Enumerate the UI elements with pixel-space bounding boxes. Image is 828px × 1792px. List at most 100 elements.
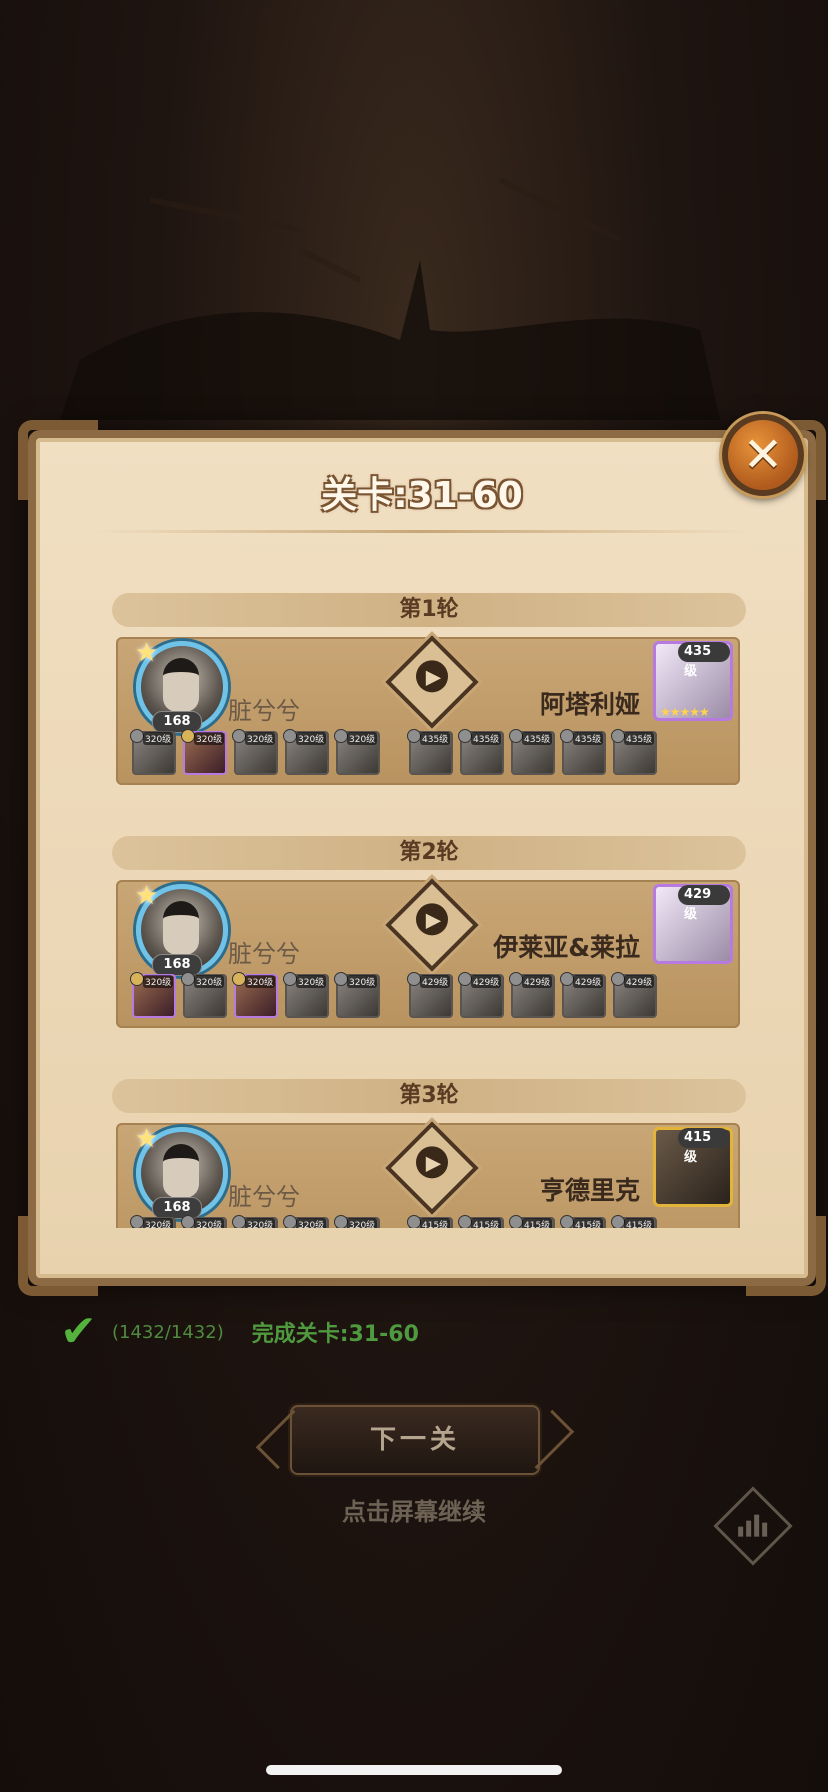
faction-icon [130, 972, 144, 986]
player-team: 320级 320级 320级 320级 320级 [130, 1215, 380, 1228]
enemy-hero-slot[interactable]: 435级 [458, 729, 504, 775]
hero-level: 320级 [194, 975, 225, 988]
home-indicator[interactable] [266, 1765, 562, 1775]
hero-level: 415级 [573, 1218, 604, 1228]
star-icon: ★ [135, 881, 159, 911]
faction-icon [407, 972, 421, 986]
play-icon: ▶ [425, 1150, 442, 1175]
hero-level: 320级 [143, 975, 174, 988]
next-stage-button[interactable]: 下一关 [255, 1405, 575, 1475]
enemy-hero-slot[interactable]: 415级 [611, 1215, 657, 1228]
team-hero-slot[interactable]: 320级 [181, 972, 227, 1018]
title-divider [96, 530, 748, 533]
faction-icon [334, 972, 348, 986]
team-hero-slot[interactable]: 320级 [334, 1215, 380, 1228]
team-hero-slot[interactable]: 320级 [283, 729, 329, 775]
faction-icon [560, 729, 574, 743]
enemy-team: 429级 429级 429级 429级 429级 [407, 972, 657, 1018]
close-icon: ✕ [742, 427, 784, 483]
enemy-team: 415级 415级 415级 415级 415级 [407, 1215, 657, 1228]
enemy-hero-slot[interactable]: 435级 [611, 729, 657, 775]
faction-icon [407, 729, 421, 743]
faction-icon [283, 729, 297, 743]
faction-icon [611, 729, 625, 743]
faction-icon [458, 729, 472, 743]
rounds-list[interactable]: 第1轮 ★ 168 脏兮兮 ▶ 435级 ★★★★★ 阿塔利娅 320级 320级 320级 320级… [106, 593, 756, 1228]
hero-level: 435级 [624, 732, 655, 745]
enemy-hero-slot[interactable]: 435级 [560, 729, 606, 775]
button-ornament [255, 1409, 316, 1470]
hero-level: 320级 [245, 975, 276, 988]
tap-to-continue[interactable]: 点击屏幕继续 [0, 1492, 828, 1527]
complete-text: 完成关卡:31-60 [251, 1322, 419, 1347]
player-name: 脏兮兮 [228, 697, 300, 725]
hero-level: 435级 [573, 732, 604, 745]
faction-icon [232, 729, 246, 743]
team-hero-slot[interactable]: 320级 [232, 729, 278, 775]
enemy-hero-slot[interactable]: 415级 [407, 1215, 453, 1228]
background-silhouette [60, 177, 720, 420]
team-hero-slot[interactable]: 320级 [283, 1215, 329, 1228]
team-hero-slot[interactable]: 320级 [181, 729, 227, 775]
enemy-hero-slot[interactable]: 435级 [509, 729, 555, 775]
enemy-stars: ★★★★★ [660, 705, 710, 719]
enemy-hero-slot[interactable]: 429级 [509, 972, 555, 1018]
round-header: 第1轮 [112, 593, 746, 627]
hero-level: 415级 [471, 1218, 502, 1228]
team-hero-slot[interactable]: 320级 [232, 1215, 278, 1228]
faction-icon [283, 972, 297, 986]
hero-level: 435级 [471, 732, 502, 745]
team-hero-slot[interactable]: 320级 [334, 972, 380, 1018]
enemy-hero-slot[interactable]: 415级 [560, 1215, 606, 1228]
enemy-hero-slot[interactable]: 429级 [611, 972, 657, 1018]
team-hero-slot[interactable]: 320级 [130, 729, 176, 775]
star-icon: ★ [135, 638, 159, 668]
enemy-hero-slot[interactable]: 415级 [458, 1215, 504, 1228]
team-hero-slot[interactable]: 320级 [334, 729, 380, 775]
enemy-hero-slot[interactable]: 415级 [509, 1215, 555, 1228]
enemy-avatar[interactable]: 415级 [653, 1127, 733, 1207]
hero-level: 320级 [296, 975, 327, 988]
faction-icon [509, 972, 523, 986]
next-stage-label: 下一关 [369, 1425, 460, 1455]
hero-level: 320级 [143, 1218, 174, 1228]
hero-level: 429级 [522, 975, 553, 988]
enemy-name: 亨德里克 [539, 1176, 640, 1205]
hero-level: 415级 [624, 1218, 655, 1228]
panel-corner-ornament [746, 1216, 826, 1296]
hero-level: 320级 [347, 1218, 378, 1228]
enemy-hero-slot[interactable]: 429级 [560, 972, 606, 1018]
enemy-hero-slot[interactable]: 429级 [458, 972, 504, 1018]
hero-level: 320级 [347, 975, 378, 988]
hero-level: 320级 [245, 1218, 276, 1228]
team-hero-slot[interactable]: 320级 [130, 1215, 176, 1228]
team-hero-slot[interactable]: 320级 [232, 972, 278, 1018]
team-hero-slot[interactable]: 320级 [130, 972, 176, 1018]
faction-icon [611, 1215, 625, 1228]
enemy-avatar[interactable]: 429级 [653, 884, 733, 964]
replay-button[interactable]: ▶ [385, 1121, 479, 1215]
star-icon: ★ [135, 1124, 159, 1154]
enemy-hero-slot[interactable]: 435级 [407, 729, 453, 775]
replay-button[interactable]: ▶ [385, 878, 479, 972]
completion-status: ✔ (1432/1432) 完成关卡:31-60 [60, 1310, 419, 1354]
hero-level: 429级 [573, 975, 604, 988]
enemy-hero-slot[interactable]: 429级 [407, 972, 453, 1018]
player-level-badge: 168 [152, 711, 202, 733]
player-team: 320级 320级 320级 320级 320级 [130, 729, 380, 775]
close-button[interactable]: ✕ [722, 414, 804, 496]
player-portrait [163, 658, 199, 712]
faction-icon [560, 972, 574, 986]
enemy-level-badge: 415级 [678, 1128, 730, 1165]
player-portrait [163, 1144, 199, 1198]
replay-button[interactable]: ▶ [385, 635, 479, 729]
faction-icon [130, 1215, 144, 1228]
enemy-avatar[interactable]: 435级 ★★★★★ [653, 641, 733, 721]
team-hero-slot[interactable]: 320级 [181, 1215, 227, 1228]
enemy-level-badge: 429级 [678, 885, 730, 922]
team-hero-slot[interactable]: 320级 [283, 972, 329, 1018]
faction-icon [334, 729, 348, 743]
hero-level: 320级 [347, 732, 378, 745]
button-ornament [514, 1409, 575, 1470]
round-card: ★ 168 脏兮兮 ▶ 429级 伊莱亚&莱拉 320级 320级 320级 320级 320级 42… [116, 878, 740, 1028]
